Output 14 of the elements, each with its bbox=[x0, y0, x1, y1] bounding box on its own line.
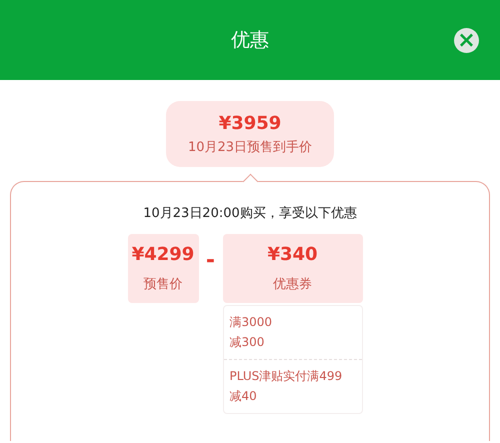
coupon-amount: ¥340 bbox=[267, 244, 318, 265]
presale-price: ¥4299 bbox=[132, 244, 194, 265]
close-button[interactable]: × bbox=[454, 28, 479, 53]
final-price: ¥3959 bbox=[218, 112, 282, 134]
presale-caption: 预售价 bbox=[144, 276, 182, 293]
discount-note: 10月23日20:00购买，享受以下优惠 bbox=[143, 205, 357, 222]
coupon-rule: 减40 bbox=[230, 388, 258, 405]
minus-sign: - bbox=[204, 248, 216, 273]
coupon-rule: PLUS津贴实付满499 bbox=[230, 368, 344, 385]
final-price-caption: 10月23日预售到手价 bbox=[188, 138, 312, 156]
coupon-rule: 满3000 bbox=[230, 314, 274, 331]
header-title: 优惠 bbox=[231, 28, 269, 53]
coupon-rule: 减300 bbox=[230, 334, 266, 351]
coupon-caption: 优惠券 bbox=[273, 276, 312, 293]
